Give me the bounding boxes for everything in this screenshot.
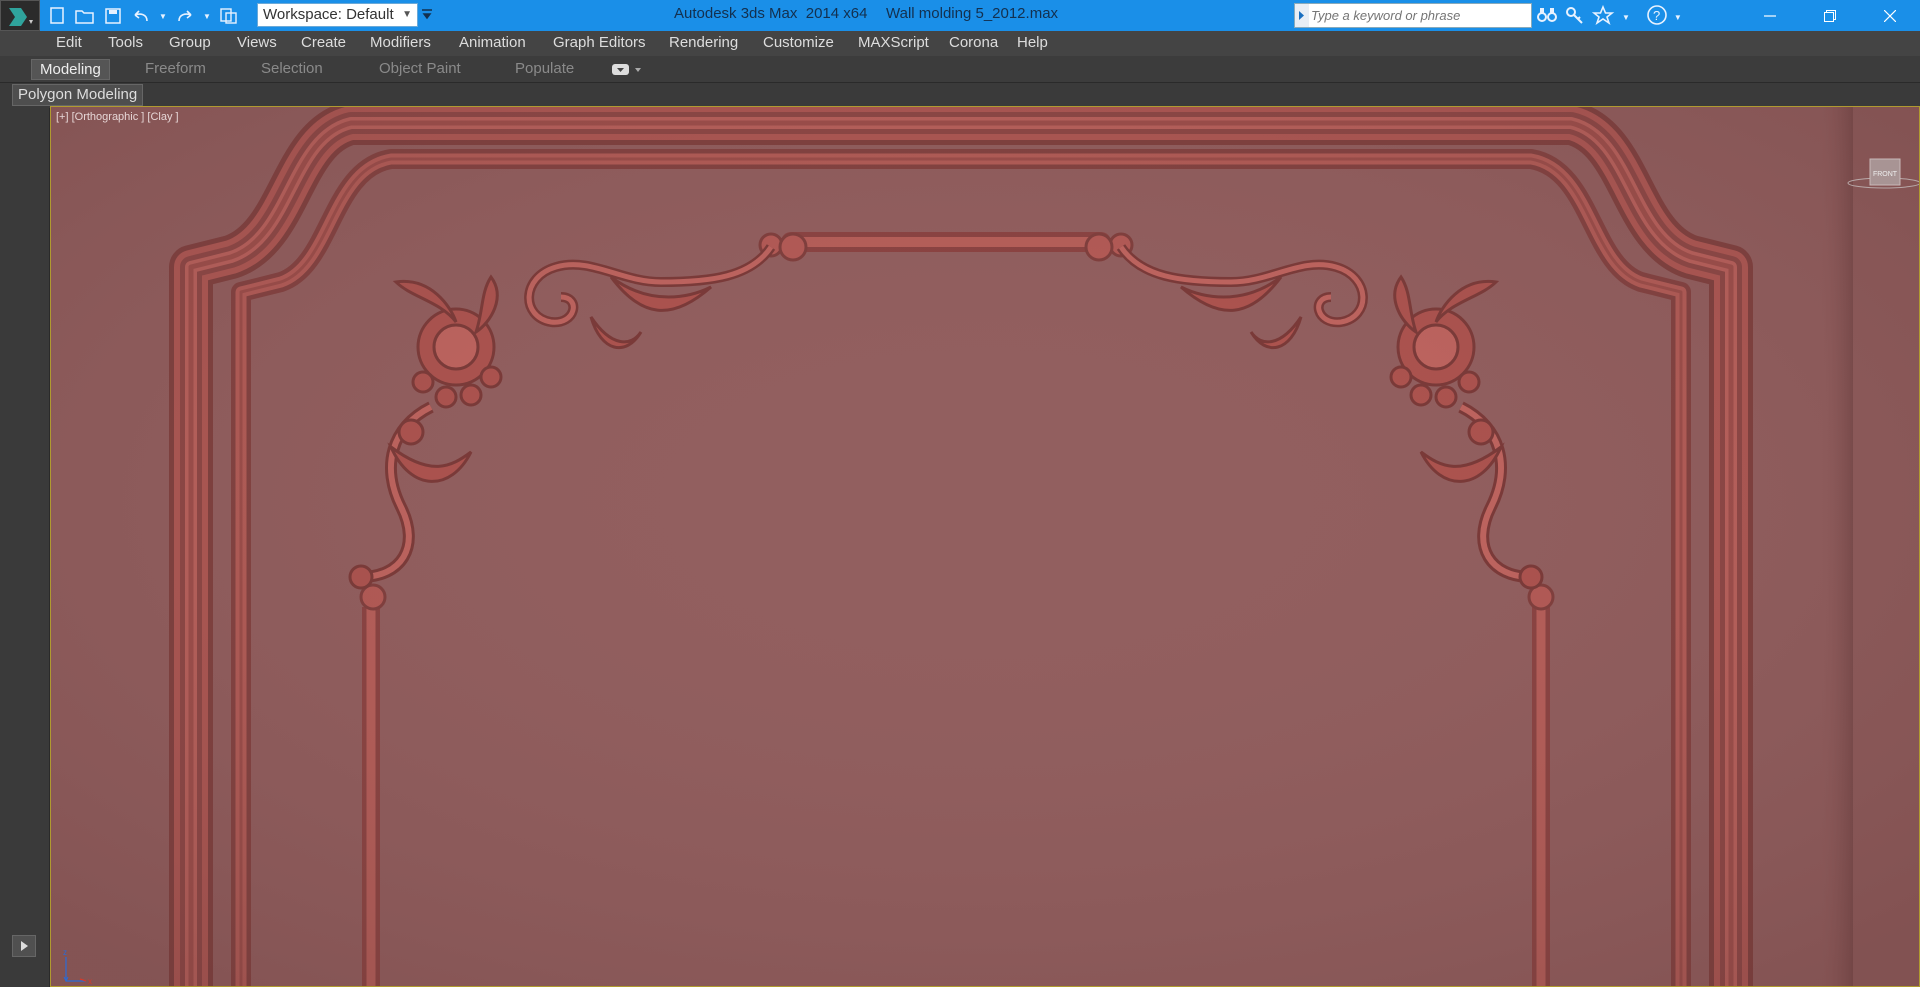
application-title: Autodesk 3ds Max 2014 x64 [674,5,868,22]
star-dropdown-icon[interactable]: ▼ [1622,13,1630,22]
ribbon-panel-row: Polygon Modeling [0,82,1920,108]
infocenter-tools: ▼ ? ▼ [1536,4,1682,31]
title-bar: ▼ ▼ Workspace: Default ▼ Autodesk 3ds Ma… [0,0,1920,31]
menu-graph-editors[interactable]: Graph Editors [553,34,646,51]
viewcube[interactable]: FRONT [1844,147,1919,202]
restore-icon[interactable] [1800,0,1860,31]
menu-bar: Edit Tools Group Views Create Modifiers … [0,31,1920,56]
3dsmax-logo-icon [9,8,33,26]
application-menu-button[interactable] [0,0,40,31]
window-controls [1740,0,1920,31]
open-file-icon[interactable] [74,6,96,26]
left-toolbar [0,108,50,987]
tab-modeling[interactable]: Modeling [31,59,110,80]
wall-molding-model: z x [51,107,1919,986]
undo-icon[interactable] [130,6,152,26]
menu-group[interactable]: Group [169,34,211,51]
viewport-label[interactable]: [+] [Orthographic ] [Clay ] [56,111,179,123]
help-icon[interactable]: ? [1646,4,1668,31]
menu-rendering[interactable]: Rendering [669,34,738,51]
play-icon [21,941,28,951]
undo-dropdown-icon[interactable]: ▼ [158,6,168,26]
quick-access-toolbar: ▼ ▼ [46,4,240,28]
tab-object-paint[interactable]: Object Paint [379,59,461,80]
ribbon-tab-bar: Modeling Freeform Selection Object Paint… [0,56,1920,82]
tab-selection[interactable]: Selection [261,59,323,80]
svg-text:z: z [63,948,67,957]
menu-help[interactable]: Help [1017,34,1048,51]
help-dropdown-icon[interactable]: ▼ [1674,13,1682,22]
new-file-icon[interactable] [46,6,68,26]
search-box [1294,3,1532,28]
file-title: Wall molding 5_2012.max [886,5,1059,22]
menu-animation[interactable]: Animation [459,34,526,51]
favorites-star-icon[interactable] [1591,4,1616,30]
viewport-orthographic[interactable]: z x [+] [Orthographic ] [Clay ] FRONT [50,106,1920,987]
minimize-icon[interactable] [1740,0,1800,31]
svg-text:x: x [88,977,92,986]
menu-corona[interactable]: Corona [949,34,998,51]
menu-create[interactable]: Create [301,34,346,51]
redo-dropdown-icon[interactable]: ▼ [202,6,212,26]
binoculars-icon[interactable] [1536,5,1558,30]
ribbon-options-icon[interactable] [612,63,644,81]
viewcube-face-label: FRONT [1873,171,1898,178]
menu-customize[interactable]: Customize [763,34,834,51]
customize-toolbar-icon[interactable] [421,8,433,27]
close-icon[interactable] [1860,0,1920,31]
menu-maxscript[interactable]: MAXScript [858,34,929,51]
key-icon[interactable] [1564,5,1586,30]
expand-viewport-layout-button[interactable] [12,935,36,957]
menu-edit[interactable]: Edit [56,34,82,51]
menu-modifiers[interactable]: Modifiers [370,34,431,51]
menu-views[interactable]: Views [237,34,277,51]
workspace-dropdown[interactable]: Workspace: Default ▼ [257,3,418,27]
polygon-modeling-panel-label[interactable]: Polygon Modeling [12,84,144,106]
chevron-down-icon: ▼ [402,9,412,20]
tab-freeform[interactable]: Freeform [145,59,206,80]
tab-populate[interactable]: Populate [515,59,574,80]
save-icon[interactable] [102,6,124,26]
workspace-label: Workspace: Default [263,6,394,23]
redo-icon[interactable] [174,6,196,26]
svg-text:?: ? [1653,8,1660,23]
search-input[interactable] [1311,6,1529,25]
project-folder-icon[interactable] [218,6,240,26]
menu-tools[interactable]: Tools [108,34,143,51]
search-expand-icon[interactable] [1295,4,1309,27]
